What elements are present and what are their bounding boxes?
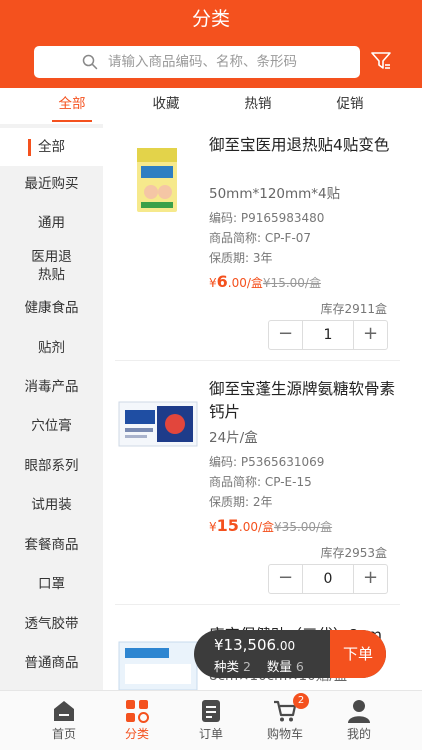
product-spec: 50mm*120mm*4贴 xyxy=(209,186,341,202)
search-input[interactable] xyxy=(108,46,348,78)
product-price: ¥6.00/盒¥15.00/盒 xyxy=(209,272,321,291)
sidebar-item-recent[interactable]: 最近购买 xyxy=(0,175,103,193)
place-order-button[interactable]: 下单 xyxy=(330,630,386,678)
nav-cart[interactable]: 2 购物车 xyxy=(243,691,327,750)
product-code: 编码: P9165983480 xyxy=(209,211,325,225)
divider xyxy=(115,604,400,605)
decrease-button[interactable]: − xyxy=(269,321,303,349)
nav-label-home: 首页 xyxy=(51,727,76,741)
sidebar-item-eye[interactable]: 眼部系列 xyxy=(0,457,103,475)
nav-label-cart: 购物车 xyxy=(266,727,303,741)
cart-summary-bar[interactable]: ¥13,506.00 种类 2 数量 6 下单 xyxy=(194,630,386,678)
nav-label-profile: 我的 xyxy=(346,727,371,741)
stock-label: 库存2953盒 xyxy=(320,546,387,560)
product-shelf-life: 保质期: 3年 xyxy=(209,251,273,265)
sidebar-item-bundle[interactable]: 套餐商品 xyxy=(0,536,103,554)
search-icon xyxy=(82,54,98,70)
sidebar-item-acupoint[interactable]: 穴位膏 xyxy=(0,417,103,435)
home-icon xyxy=(54,701,74,721)
price-symbol: ¥ xyxy=(209,520,217,534)
divider xyxy=(115,360,400,361)
quantity-stepper: − 0 + xyxy=(268,564,388,594)
sidebar-item-trial[interactable]: 试用装 xyxy=(0,496,103,514)
header-bar: 分类 xyxy=(0,0,422,88)
order-icon xyxy=(202,700,220,722)
total-integer: 13,506 xyxy=(223,636,277,654)
cart-counts: 种类 2 数量 6 xyxy=(214,656,304,675)
product-shelf-life: 保质期: 2年 xyxy=(209,495,273,509)
price-integer: 15 xyxy=(216,516,239,535)
sidebar-item-cooling-patch[interactable]: 医用退热贴 xyxy=(0,248,103,284)
filter-icon[interactable] xyxy=(370,50,392,72)
quantity-value[interactable]: 1 xyxy=(304,321,352,349)
category-icon xyxy=(126,700,149,723)
sidebar-item-disinfection[interactable]: 消毒产品 xyxy=(0,378,103,396)
product-short-name: 商品简称: CP-F-07 xyxy=(209,231,312,245)
original-price: ¥35.00/盒 xyxy=(274,520,333,534)
sidebar-item-normal[interactable]: 普通商品 xyxy=(0,654,103,672)
increase-button[interactable]: + xyxy=(353,565,387,593)
stock-label: 库存2911盒 xyxy=(320,302,387,316)
nav-label-orders: 订单 xyxy=(198,727,223,741)
sidebar-item-patches[interactable]: 贴剂 xyxy=(0,339,103,357)
tab-hot[interactable]: 热销 xyxy=(218,88,298,122)
decrease-button[interactable]: − xyxy=(269,565,303,593)
category-sidebar: 全部 最近购买 通用 医用退热贴 健康食品 贴剂 消毒产品 穴位膏 眼部系列 试… xyxy=(0,124,103,690)
price-integer: 6 xyxy=(216,272,228,291)
product-spec: 24片/盒 xyxy=(209,430,258,446)
total-decimal: .00 xyxy=(276,639,296,653)
search-box[interactable] xyxy=(34,46,360,78)
cart-badge: 2 xyxy=(293,693,309,709)
sidebar-item-mask[interactable]: 口罩 xyxy=(0,575,103,593)
original-price: ¥15.00/盒 xyxy=(262,276,321,290)
cart-total: ¥13,506.00 xyxy=(214,636,295,654)
product-short-name: 商品简称: CP-E-15 xyxy=(209,475,312,489)
sidebar-item-general[interactable]: 通用 xyxy=(0,214,103,232)
price-unit: /盒 xyxy=(258,520,275,534)
product-list: 御至宝医用退热贴4贴变色 50mm*120mm*4贴 编码: P91659834… xyxy=(103,124,422,690)
product-code: 编码: P5365631069 xyxy=(209,455,325,469)
tab-promotion[interactable]: 促销 xyxy=(310,88,390,122)
kinds-label: 种类 xyxy=(214,659,240,674)
page-title: 分类 xyxy=(191,8,230,30)
total-symbol: ¥ xyxy=(214,636,224,654)
tab-all[interactable]: 全部 xyxy=(32,88,112,122)
nav-orders[interactable]: 订单 xyxy=(169,691,253,750)
filter-tabs: 全部 收藏 热销 促销 xyxy=(0,88,422,124)
quantity-value[interactable]: 0 xyxy=(304,565,352,593)
product-price: ¥15.00/盒¥35.00/盒 xyxy=(209,516,332,535)
bottom-nav: 首页 分类 订单 2 购物车 我的 xyxy=(0,690,422,750)
quantity-stepper: − 1 + xyxy=(268,320,388,350)
sidebar-item-tape[interactable]: 透气胶带 xyxy=(0,615,103,633)
product-image[interactable] xyxy=(115,136,201,222)
price-decimal: .00 xyxy=(227,276,247,290)
tab-favorites[interactable]: 收藏 xyxy=(126,88,206,122)
price-symbol: ¥ xyxy=(209,276,217,290)
product-name: 御至宝医用退热贴4贴变色 xyxy=(209,136,390,154)
nav-category[interactable]: 分类 xyxy=(95,691,179,750)
quantity-total: 6 xyxy=(295,659,304,674)
product-image[interactable] xyxy=(115,624,201,690)
profile-icon xyxy=(348,700,370,723)
product-image[interactable] xyxy=(115,380,201,466)
nav-label-category: 分类 xyxy=(124,727,149,741)
increase-button[interactable]: + xyxy=(353,321,387,349)
quantity-label: 数量 xyxy=(266,659,292,674)
price-unit: /盒 xyxy=(246,276,263,290)
product-name: 御至宝蓬生源牌氨糖软骨素钙片 xyxy=(209,380,396,421)
nav-profile[interactable]: 我的 xyxy=(317,691,401,750)
nav-home[interactable]: 首页 xyxy=(22,691,106,750)
kinds-value: 2 xyxy=(243,659,251,674)
price-decimal: .00 xyxy=(238,520,258,534)
sidebar-item-all[interactable]: 全部 xyxy=(0,128,103,166)
sidebar-item-health-food[interactable]: 健康食品 xyxy=(0,299,103,317)
